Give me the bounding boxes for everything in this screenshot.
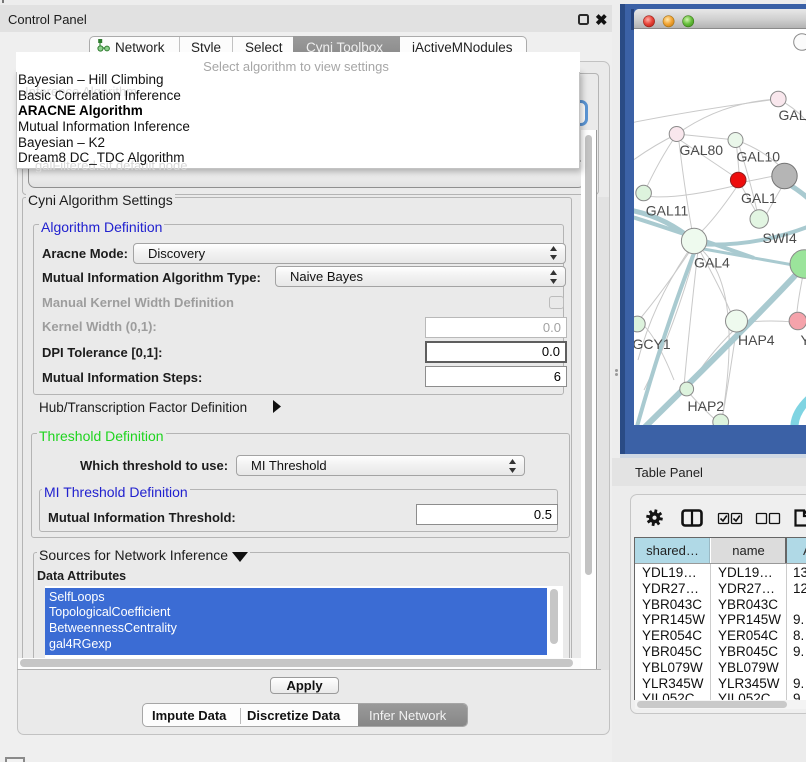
svg-text:GAL1: GAL1 [741,190,777,206]
svg-text:HAP4: HAP4 [738,332,775,348]
svg-text:GAL10: GAL10 [737,149,781,165]
svg-text:GAL11: GAL11 [646,203,689,219]
svg-text:GAL4: GAL4 [694,255,730,271]
svg-text:HAP2: HAP2 [688,398,725,414]
svg-text:GAL80: GAL80 [680,142,724,158]
svg-text:SWI4: SWI4 [763,230,797,246]
svg-text:GAL7: GAL7 [779,107,806,123]
svg-text:GCY1: GCY1 [634,336,671,352]
svg-text:Y: Y [801,332,806,348]
